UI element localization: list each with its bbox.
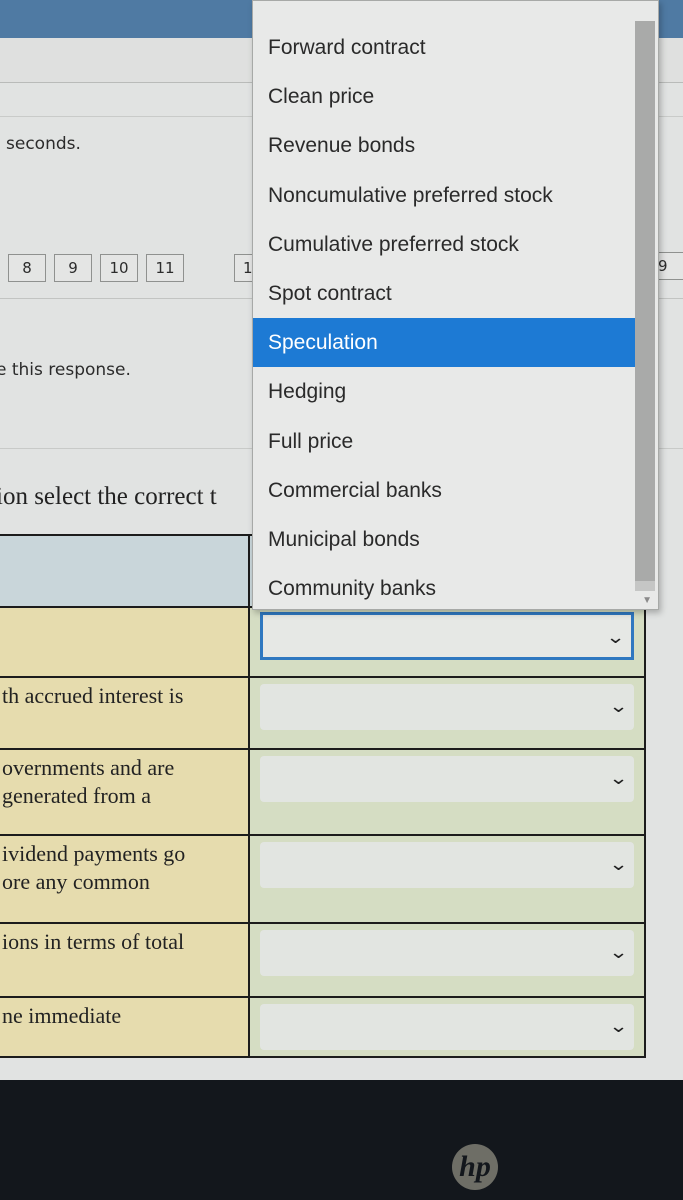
chevron-down-icon: ⌄ (608, 942, 629, 963)
question-cell: ions in terms of total (0, 922, 250, 998)
answer-select-6[interactable]: ⌄ (260, 1004, 634, 1050)
instructions-text: ion select the correct t (0, 483, 217, 510)
option-clean-price[interactable]: Clean price (253, 72, 636, 121)
answer-cell: ⌄ (248, 606, 646, 678)
question-cell: ne immediate (0, 996, 250, 1058)
response-note: e this response. (0, 360, 131, 380)
question-button-9[interactable]: 9 (54, 254, 92, 282)
question-button-partial[interactable]: 1 (234, 254, 254, 282)
question-cell: ividend payments go ore any common (0, 834, 250, 924)
table-row: overnments and are generated from a ⌄ (0, 748, 646, 836)
answer-cell: ⌄ (248, 834, 646, 924)
scroll-down-arrow-icon[interactable]: ▼ (642, 595, 652, 606)
monitor-bezel (0, 1080, 683, 1200)
question-cell (0, 606, 250, 678)
answer-cell: ⌄ (248, 996, 646, 1058)
matching-table: ⌄ th accrued interest is ⌄ overnments an… (0, 534, 646, 1058)
chevron-down-icon: ⌄ (608, 696, 629, 717)
dropdown-options-list: Forward contract Clean price Revenue bon… (252, 0, 659, 610)
option-revenue-bonds[interactable]: Revenue bonds (253, 121, 636, 170)
option-municipal-bonds[interactable]: Municipal bonds (253, 515, 636, 564)
option-speculation[interactable]: Speculation (253, 318, 636, 368)
option-commercial-banks[interactable]: Commercial banks (253, 466, 636, 515)
table-row: ⌄ (0, 606, 646, 678)
answer-select-1[interactable]: ⌄ (260, 612, 634, 660)
chevron-down-icon: ⌄ (608, 768, 629, 789)
answer-cell: ⌄ (248, 676, 646, 750)
answer-cell: ⌄ (248, 748, 646, 836)
screen: seconds. 8 9 10 11 1 9 e this response. … (0, 0, 683, 1080)
answer-select-3[interactable]: ⌄ (260, 756, 634, 802)
hp-logo-icon: hp (452, 1144, 498, 1190)
option-hedging[interactable]: Hedging (253, 367, 636, 416)
option-spot-contract[interactable]: Spot contract (253, 269, 636, 318)
option-cumulative-preferred-stock[interactable]: Cumulative preferred stock (253, 220, 636, 269)
answer-select-2[interactable]: ⌄ (260, 684, 634, 730)
option-noncumulative-preferred-stock[interactable]: Noncumulative preferred stock (253, 171, 636, 220)
question-button-8[interactable]: 8 (8, 254, 46, 282)
question-cell: overnments and are generated from a (0, 748, 250, 836)
header-cell (0, 534, 250, 608)
option-community-banks[interactable]: Community banks (253, 564, 636, 609)
option-full-price[interactable]: Full price (253, 417, 636, 466)
chevron-down-icon: ⌄ (608, 1016, 629, 1037)
answer-select-5[interactable]: ⌄ (260, 930, 634, 976)
options-list: Forward contract Clean price Revenue bon… (253, 23, 636, 609)
chevron-down-icon: ⌄ (608, 854, 629, 875)
answer-cell: ⌄ (248, 922, 646, 998)
question-navigation: 8 9 10 11 (8, 254, 184, 282)
table-row: th accrued interest is ⌄ (0, 676, 646, 750)
option-forward-contract[interactable]: Forward contract (253, 23, 636, 72)
question-cell: th accrued interest is (0, 676, 250, 750)
chevron-down-icon: ⌄ (605, 627, 626, 648)
timer-text: seconds. (6, 134, 81, 154)
table-row: ividend payments go ore any common ⌄ (0, 834, 646, 924)
question-button-partial-right[interactable]: 9 (655, 252, 683, 280)
table-row: ions in terms of total ⌄ (0, 922, 646, 998)
dropdown-scrollbar-thumb[interactable] (635, 21, 655, 581)
table-row: ne immediate ⌄ (0, 996, 646, 1058)
question-button-10[interactable]: 10 (100, 254, 138, 282)
question-button-11[interactable]: 11 (146, 254, 184, 282)
answer-select-4[interactable]: ⌄ (260, 842, 634, 888)
